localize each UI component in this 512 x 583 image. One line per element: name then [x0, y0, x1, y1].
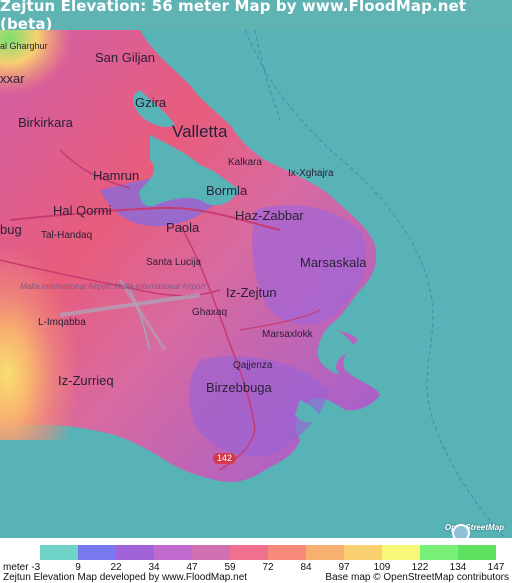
- place-label-birzebbuga: Birzebbuga: [206, 380, 272, 395]
- legend-swatch: [458, 545, 496, 560]
- credit-right: Base map © OpenStreetMap contributors: [325, 572, 509, 583]
- place-label-marsaxlokk: Marsaxlokk: [262, 329, 313, 340]
- place-label-paola: Paola: [166, 220, 200, 235]
- legend-swatch: [154, 545, 192, 560]
- osm-logo[interactable]: OpenStreetMap: [445, 523, 504, 538]
- place-label-hal-gharghur: al Gharghur: [0, 41, 48, 51]
- map-title: Zejtun Elevation: 56 meter Map by www.Fl…: [0, 0, 467, 33]
- place-label-gzira: Gzira: [135, 95, 167, 110]
- legend-swatch: [40, 545, 78, 560]
- place-label-iz-zurrieq: Iz-Zurrieq: [58, 373, 114, 388]
- legend-tick: 84: [300, 562, 312, 573]
- place-label-santa-lucija: Santa Lucija: [146, 257, 202, 268]
- place-label-san-giljan: San Giljan: [95, 50, 155, 65]
- legend-swatch: [230, 545, 268, 560]
- place-label-haz-zabbar: Haz-Zabbar: [235, 208, 304, 223]
- airport-label-1: Malta International Airport: [20, 282, 112, 291]
- legend-swatch: [78, 545, 116, 560]
- place-label-l-imqabba: L-Imqabba: [38, 317, 86, 328]
- legend-swatch: [116, 545, 154, 560]
- place-label-ghaxaq: Ghaxaq: [192, 307, 228, 318]
- legend-swatch: [268, 545, 306, 560]
- legend-swatch: [382, 545, 420, 560]
- place-label-ix-xghajra: Ix-Xghajra: [288, 168, 334, 179]
- elevation-map[interactable]: al Gharghur xxar San Giljan Gzira Birkir…: [0, 30, 512, 538]
- place-label-qajjenza: Qajjenza: [233, 360, 273, 371]
- road-shield-142: 142: [213, 453, 237, 464]
- place-label-iz-zejtun: Iz-Zejtun: [226, 285, 277, 300]
- place-label-tal-handaq: Tal-Handaq: [41, 230, 93, 241]
- legend-swatch: [420, 545, 458, 560]
- place-label-valletta: Valletta: [172, 122, 228, 141]
- credit-left: Zejtun Elevation Map developed by www.Fl…: [3, 572, 248, 583]
- place-label-hamrun: Hamrun: [93, 168, 140, 183]
- place-label-kalkara: Kalkara: [228, 157, 262, 168]
- legend-swatch: [344, 545, 382, 560]
- legend-swatch: [192, 545, 230, 560]
- magnifier-icon: [451, 524, 470, 538]
- place-label-bormla: Bormla: [206, 183, 248, 198]
- place-label-birkirkara: Birkirkara: [18, 115, 73, 130]
- place-label-ixxar: xxar: [0, 71, 25, 86]
- place-label-hal-qormi: Hal Qormi: [53, 203, 112, 218]
- legend-tick: 72: [262, 562, 274, 573]
- legend-swatch: [306, 545, 344, 560]
- map-header: Zejtun Elevation: 56 meter Map by www.Fl…: [0, 0, 512, 33]
- place-label-marsaskala: Marsaskala: [300, 255, 367, 270]
- place-label-bug: bug: [0, 222, 22, 237]
- elevation-legend: meter -3 9 22 34 47 59 72 84 97 109 122 134 147 Zej…: [0, 538, 512, 583]
- airport-label-2: Malta International Airport: [114, 282, 206, 291]
